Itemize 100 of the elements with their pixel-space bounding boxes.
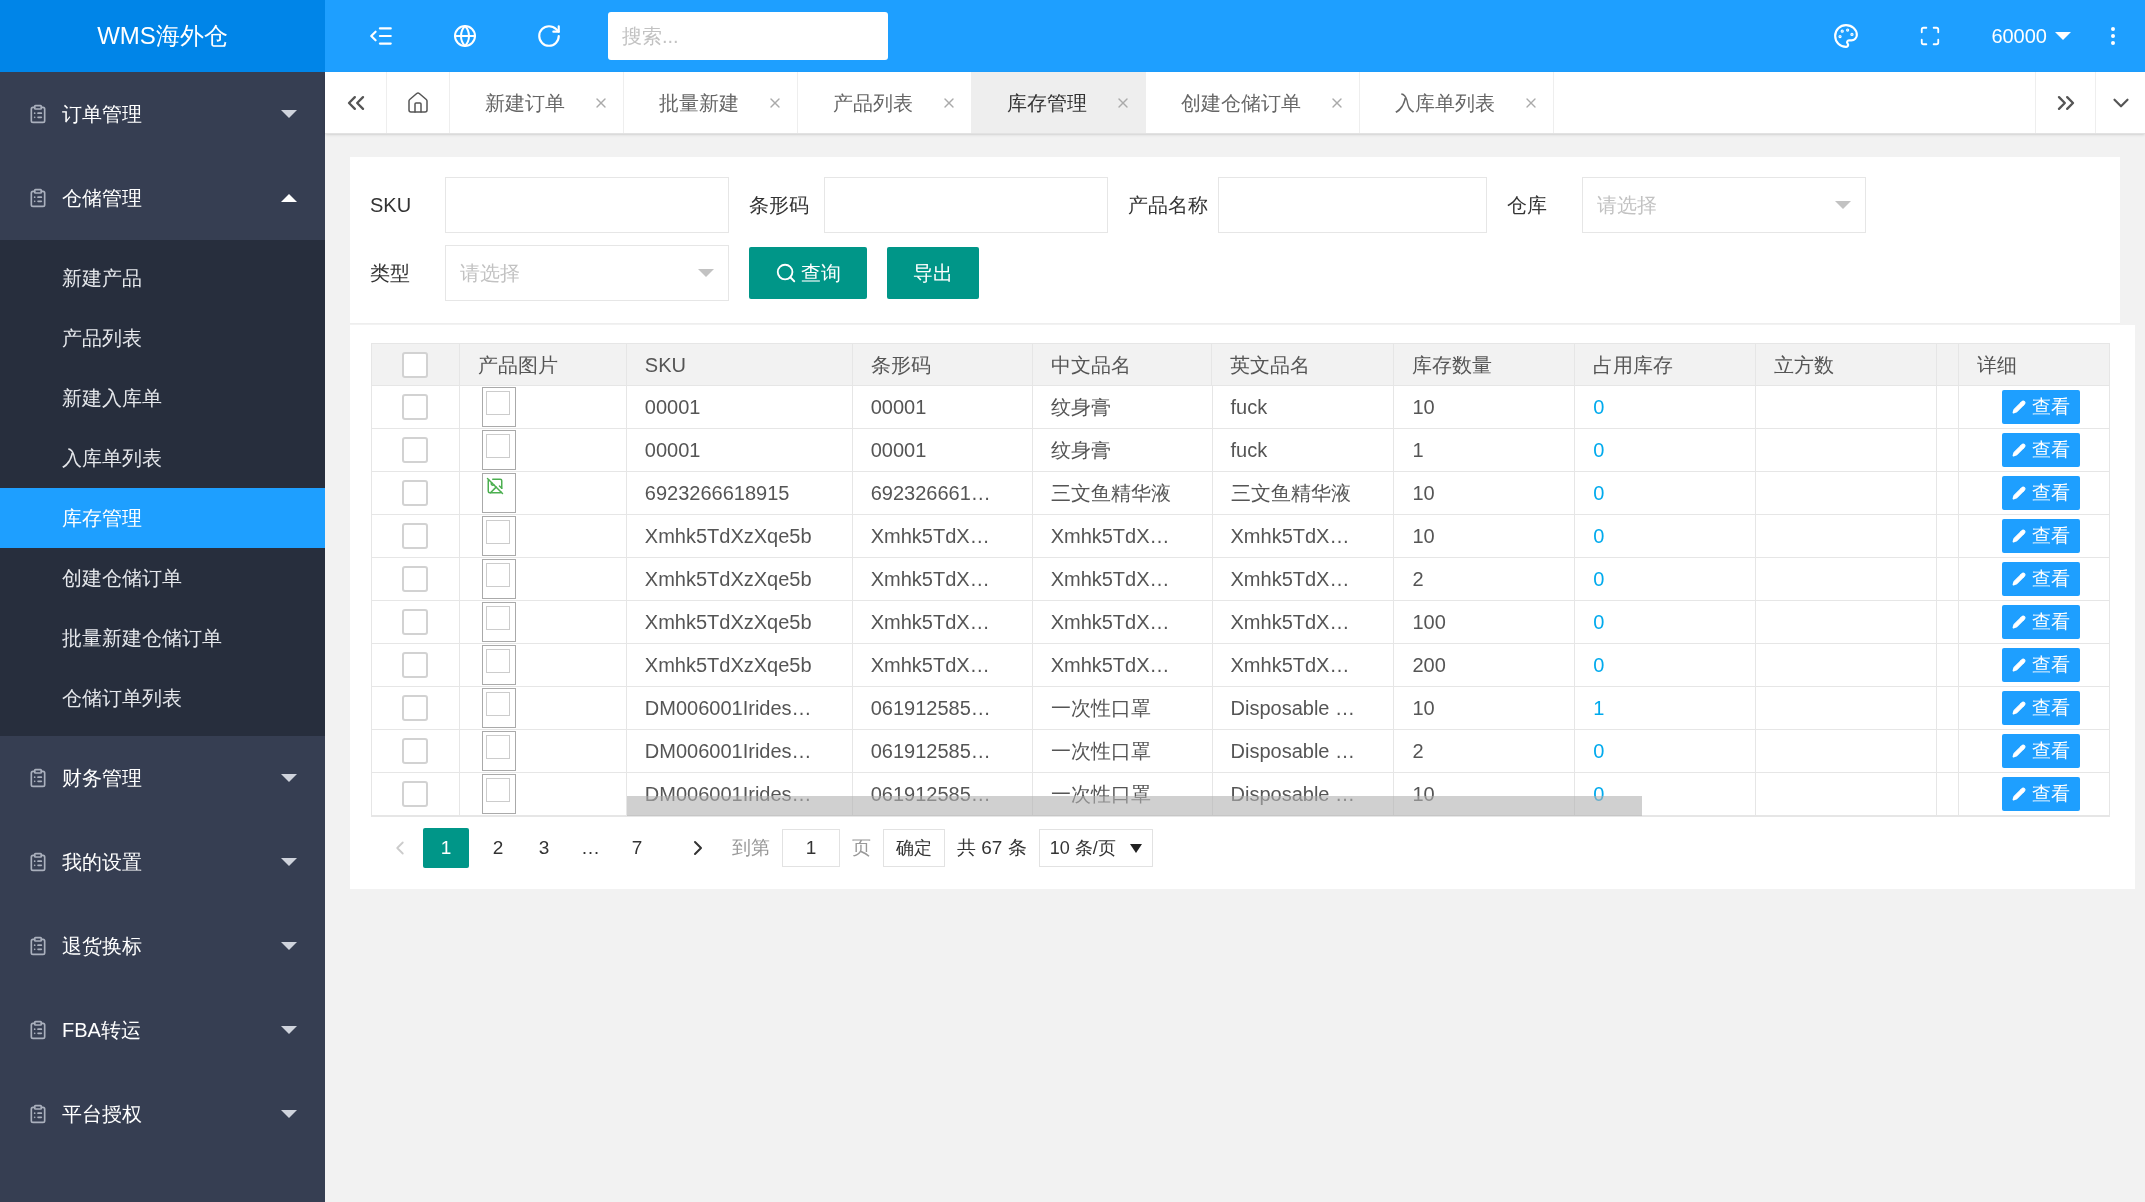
table-cell-text: Xmhk5TdX… bbox=[870, 524, 990, 549]
export-button[interactable]: 导出 bbox=[887, 247, 979, 299]
table-cell-text: 2 bbox=[1412, 567, 1424, 592]
page-number[interactable]: … bbox=[573, 828, 608, 868]
pencil-icon bbox=[2012, 701, 2027, 715]
page-number[interactable]: 3 bbox=[527, 828, 561, 868]
checkbox[interactable] bbox=[402, 738, 429, 764]
column-header: 详细 bbox=[1977, 352, 2018, 378]
checkbox[interactable] bbox=[402, 609, 429, 635]
pencil-icon bbox=[2012, 658, 2027, 672]
clipboard-icon bbox=[28, 852, 48, 872]
table-cell-text: 061912585… bbox=[870, 739, 991, 764]
column-header: 立方数 bbox=[1774, 352, 1835, 378]
table-cell-text: 一次性口罩 bbox=[1050, 696, 1151, 721]
column-header: 英文品名 bbox=[1230, 352, 1311, 378]
pencil-icon bbox=[2012, 486, 2027, 500]
image-placeholder bbox=[481, 387, 516, 427]
page-number[interactable]: 1 bbox=[423, 828, 469, 868]
table-cell-text: Xmhk5TdX… bbox=[1050, 524, 1170, 549]
column-header: SKU bbox=[644, 352, 686, 378]
caret-icon bbox=[281, 942, 297, 950]
menu-group[interactable]: 退货换标 bbox=[0, 904, 325, 988]
clipboard-icon bbox=[28, 104, 48, 124]
text-field[interactable] bbox=[1218, 177, 1487, 233]
table-cell-text: 1 bbox=[1412, 438, 1424, 463]
table-cell-text: Xmhk5TdX… bbox=[1050, 610, 1170, 635]
menu-group[interactable]: FBA转运 bbox=[0, 988, 325, 1072]
checkbox[interactable] bbox=[402, 781, 429, 807]
fullscreen-icon[interactable] bbox=[1919, 25, 1942, 47]
table-cell-text: Disposable … bbox=[1230, 782, 1356, 807]
menu-group[interactable]: 仓储管理 bbox=[0, 156, 325, 240]
table-cell-text: Xmhk5TdX… bbox=[870, 653, 990, 678]
checkbox[interactable] bbox=[402, 480, 429, 506]
tab[interactable]: 入库单列表 bbox=[1360, 72, 1554, 133]
caret-icon bbox=[698, 269, 714, 277]
table-cell-text: 061912585… bbox=[870, 696, 991, 721]
field-label: SKU bbox=[370, 193, 412, 218]
menu-item[interactable]: 创建仓储订单 bbox=[0, 548, 325, 608]
search-field[interactable]: 搜索... bbox=[608, 12, 888, 60]
checkbox[interactable] bbox=[402, 695, 429, 721]
table-cell-text: 纹身膏 bbox=[1050, 438, 1111, 463]
table-cell-text: Xmhk5TdXzXqe5b bbox=[644, 610, 812, 635]
search-button[interactable]: 查询 bbox=[749, 247, 867, 299]
menu-item[interactable]: 仓储订单列表 bbox=[0, 668, 325, 728]
confirm-button[interactable]: 确定 bbox=[883, 829, 945, 867]
menu-item[interactable]: 产品列表 bbox=[0, 308, 325, 368]
checkbox[interactable] bbox=[402, 351, 429, 378]
tab[interactable]: 库存管理 bbox=[972, 72, 1146, 133]
checkbox[interactable] bbox=[402, 652, 429, 678]
globe-icon[interactable] bbox=[453, 24, 477, 48]
column-header: 条形码 bbox=[870, 352, 931, 378]
table-cell-text: 00001 bbox=[870, 438, 927, 463]
refresh-icon[interactable] bbox=[536, 23, 562, 49]
checkbox[interactable] bbox=[402, 437, 429, 463]
table-cell-text: 061912585… bbox=[870, 782, 991, 807]
tab[interactable]: 新建订单 bbox=[450, 72, 624, 133]
menu-item[interactable]: 新建入库单 bbox=[0, 368, 325, 428]
table-cell-text: DM006001Irides… bbox=[644, 782, 812, 807]
menu-group[interactable]: 财务管理 bbox=[0, 736, 325, 820]
menu-item[interactable]: 新建产品 bbox=[0, 248, 325, 308]
home-icon[interactable] bbox=[406, 90, 430, 115]
text-field[interactable] bbox=[824, 177, 1108, 233]
image-placeholder bbox=[481, 731, 516, 771]
field-label: 产品名称 bbox=[1128, 193, 1208, 218]
table-cell-text: Xmhk5TdXzXqe5b bbox=[644, 567, 812, 592]
table-cell-text: 一次性口罩 bbox=[1050, 782, 1151, 807]
page-number[interactable]: 2 bbox=[481, 828, 515, 868]
clipboard-icon bbox=[28, 1104, 48, 1124]
table-cell-text: Xmhk5TdX… bbox=[870, 610, 990, 635]
menu-group[interactable]: 订单管理 bbox=[0, 72, 325, 156]
menu-group[interactable]: 平台授权 bbox=[0, 1072, 325, 1156]
table-cell-text: Xmhk5TdX… bbox=[1230, 524, 1350, 549]
image-placeholder bbox=[481, 602, 516, 642]
table-cell-text: 三文鱼精华液 bbox=[1050, 481, 1171, 506]
table-cell-text: 10 bbox=[1412, 481, 1435, 506]
menu-item[interactable]: 批量新建仓储订单 bbox=[0, 608, 325, 668]
table-cell-text: Xmhk5TdX… bbox=[1230, 567, 1350, 592]
menu-group[interactable]: 我的设置 bbox=[0, 820, 325, 904]
tab[interactable]: 产品列表 bbox=[798, 72, 972, 133]
tab[interactable]: 创建仓储订单 bbox=[1146, 72, 1360, 133]
pencil-icon bbox=[2012, 443, 2027, 457]
checkbox[interactable] bbox=[402, 394, 429, 420]
clipboard-icon bbox=[28, 768, 48, 788]
checkbox[interactable] bbox=[402, 523, 429, 549]
column-header: 中文品名 bbox=[1050, 352, 1131, 378]
tab[interactable]: 批量新建 bbox=[624, 72, 798, 133]
menu-item[interactable]: 入库单列表 bbox=[0, 428, 325, 488]
page-input[interactable]: 1 bbox=[782, 829, 840, 867]
palette-icon[interactable] bbox=[1833, 23, 1860, 49]
pencil-icon bbox=[2012, 615, 2027, 629]
goto-label: 到第 bbox=[732, 835, 770, 860]
checkbox[interactable] bbox=[402, 566, 429, 592]
page-number[interactable]: 7 bbox=[620, 828, 654, 868]
page-size-select[interactable]: 10 条/页 bbox=[1038, 829, 1153, 867]
caret-icon bbox=[281, 1110, 297, 1118]
table-cell-text: 一次性口罩 bbox=[1050, 739, 1151, 764]
table-cell-text: Disposable … bbox=[1230, 739, 1356, 764]
field-label: 仓库 bbox=[1507, 193, 1547, 218]
text-field[interactable] bbox=[445, 177, 729, 233]
table-cell-text: 100 bbox=[1412, 610, 1446, 635]
